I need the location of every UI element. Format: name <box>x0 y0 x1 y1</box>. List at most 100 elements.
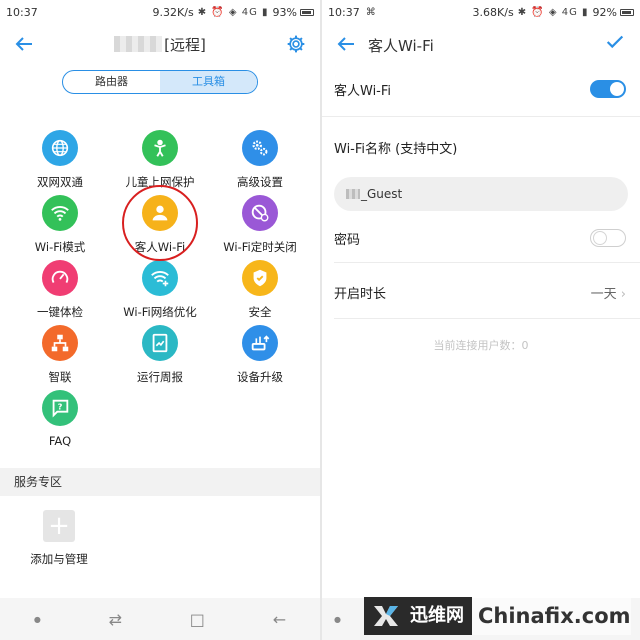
watermark-brand-cn: 迅维网 <box>408 597 472 635</box>
globe-icon <box>42 130 78 166</box>
site-watermark: 迅维网 Chinafix.com <box>364 597 634 635</box>
tool-label: 双网双通 <box>37 175 83 189</box>
page-title: 客人Wi-Fi <box>368 37 434 55</box>
red-highlight-circle <box>122 185 198 261</box>
tool-child-protection[interactable]: 儿童上网保护 <box>107 130 213 190</box>
router-app-toolbox-screen: 10:37 9.32K/s ✱ ⏰ ◈ 4G ▮ 93% [远程] 路由器 工具… <box>0 0 320 640</box>
watermark-logo <box>364 597 408 635</box>
row-divider <box>322 116 640 117</box>
child-icon <box>142 130 178 166</box>
tool-label: 高级设置 <box>237 175 283 189</box>
blurred-ssid-prefix <box>346 189 360 199</box>
tool-label: 智联 <box>48 370 72 384</box>
battery-indicator: 92% <box>593 6 634 19</box>
chevron-right-icon: › <box>620 287 626 302</box>
back-arrow-icon[interactable] <box>334 32 358 56</box>
tool-wifi-optimize[interactable]: Wi-Fi网络优化 <box>107 260 213 320</box>
tool-label: 设备升级 <box>237 370 283 384</box>
service-section-header: 服务专区 <box>0 468 320 496</box>
plus-icon: + <box>48 511 70 541</box>
tool-weekly-report[interactable]: 运行周报 <box>107 325 213 385</box>
notification-icon: ⌘ <box>365 6 377 18</box>
gears-icon <box>242 130 278 166</box>
tool-label: 一键体检 <box>37 305 83 319</box>
status-icons: ✱ ⏰ ◈ 4G ▮ <box>197 6 269 18</box>
battery-icon <box>300 8 314 16</box>
confirm-check-icon[interactable] <box>604 31 626 53</box>
network-speed: 3.68K/s <box>472 5 514 19</box>
blurred-router-name <box>114 36 163 52</box>
ssid-label-row: Wi-Fi名称 (支持中文) <box>334 138 628 157</box>
battery-percent: 93% <box>272 5 297 19</box>
duration-value: 一天 <box>590 287 617 302</box>
row-divider <box>334 318 640 319</box>
status-bar: 10:37 ⌘ 3.68K/s ✱ ⏰ ◈ 4G ▮ 92% <box>322 0 640 24</box>
guest-wifi-settings-screen: 10:37 ⌘ 3.68K/s ✱ ⏰ ◈ 4G ▮ 92% 客人Wi-Fi 客… <box>322 0 640 640</box>
router-upgrade-icon <box>242 325 278 361</box>
tool-one-click-check[interactable]: 一键体检 <box>7 260 113 320</box>
tool-label: Wi-Fi定时关闭 <box>223 240 297 254</box>
tab-toolbox[interactable]: 工具箱 <box>160 71 257 93</box>
row-divider <box>334 262 640 263</box>
tool-wifi-mode[interactable]: Wi-Fi模式 <box>7 195 113 255</box>
ssid-value: _Guest <box>361 187 403 201</box>
status-time: 10:37 <box>328 5 360 19</box>
guest-wifi-label: 客人Wi-Fi <box>334 84 392 99</box>
toggle-knob <box>593 231 607 245</box>
tool-smart-link[interactable]: 智联 <box>7 325 113 385</box>
tool-label: 运行周报 <box>137 370 183 384</box>
svg-text:?: ? <box>58 401 63 411</box>
tool-faq[interactable]: ? FAQ <box>7 390 113 448</box>
nav-dot-icon[interactable]: ● <box>334 615 341 624</box>
connected-users-count: 当前连接用户数：0 <box>433 339 529 352</box>
status-icons: ✱ ⏰ ◈ 4G ▮ <box>517 6 589 18</box>
shield-icon <box>242 260 278 296</box>
network-speed: 9.32K/s <box>152 5 194 19</box>
app-bar: 客人Wi-Fi <box>322 24 640 64</box>
tool-wifi-timer[interactable]: Wi-Fi定时关闭 <box>207 195 313 255</box>
tool-label: 安全 <box>248 305 272 319</box>
battery-percent: 92% <box>592 5 617 19</box>
nav-back-icon[interactable]: ← <box>273 610 286 629</box>
page-title: [远程] <box>0 34 320 55</box>
system-nav-bar: ● ⇄ □ ← <box>0 598 320 640</box>
password-row: 密码 <box>334 229 628 248</box>
tool-device-upgrade[interactable]: 设备升级 <box>207 325 313 385</box>
report-icon <box>142 325 178 361</box>
ssid-input[interactable]: _Guest <box>334 177 628 211</box>
tool-dual-network[interactable]: 双网双通 <box>7 130 113 190</box>
wifi-icon <box>42 195 78 231</box>
checkup-gauge-icon <box>42 260 78 296</box>
password-label: 密码 <box>334 233 361 248</box>
guest-wifi-row: 客人Wi-Fi <box>334 80 628 99</box>
tool-label: Wi-Fi模式 <box>34 240 86 254</box>
password-toggle[interactable] <box>590 229 626 247</box>
guest-wifi-toggle[interactable] <box>590 80 626 98</box>
status-time: 10:37 <box>6 5 38 19</box>
ssid-label: Wi-Fi名称 (支持中文) <box>334 142 458 157</box>
remote-suffix: [远程] <box>164 35 206 54</box>
add-manage-label: 添加与管理 <box>30 552 88 566</box>
tab-router[interactable]: 路由器 <box>63 71 160 93</box>
duration-label: 开启时长 <box>334 287 387 302</box>
watermark-brand-en: Chinafix.com <box>472 597 631 635</box>
battery-icon <box>620 8 634 16</box>
nav-menu-icon[interactable]: ⇄ <box>109 610 122 629</box>
status-bar: 10:37 9.32K/s ✱ ⏰ ◈ 4G ▮ 93% <box>0 0 320 24</box>
faq-chat-icon: ? <box>42 390 78 426</box>
tool-label: Wi-Fi网络优化 <box>123 305 197 319</box>
tool-advanced-settings[interactable]: 高级设置 <box>207 130 313 190</box>
wifi-timer-icon <box>242 195 278 231</box>
network-tree-icon <box>42 325 78 361</box>
app-bar: [远程] <box>0 24 320 64</box>
duration-row[interactable]: 开启时长 一天 › <box>334 283 628 302</box>
nav-dot-icon[interactable]: ● <box>34 615 41 624</box>
mode-segmented-control: 路由器 工具箱 <box>62 70 258 94</box>
battery-indicator: 93% <box>273 6 314 19</box>
tool-label: FAQ <box>48 434 72 448</box>
add-service-button[interactable]: + <box>43 510 75 542</box>
nav-home-icon[interactable]: □ <box>190 610 205 629</box>
tool-security[interactable]: 安全 <box>207 260 313 320</box>
gear-icon[interactable] <box>286 34 306 54</box>
duration-value-wrap: 一天 › <box>591 283 626 302</box>
